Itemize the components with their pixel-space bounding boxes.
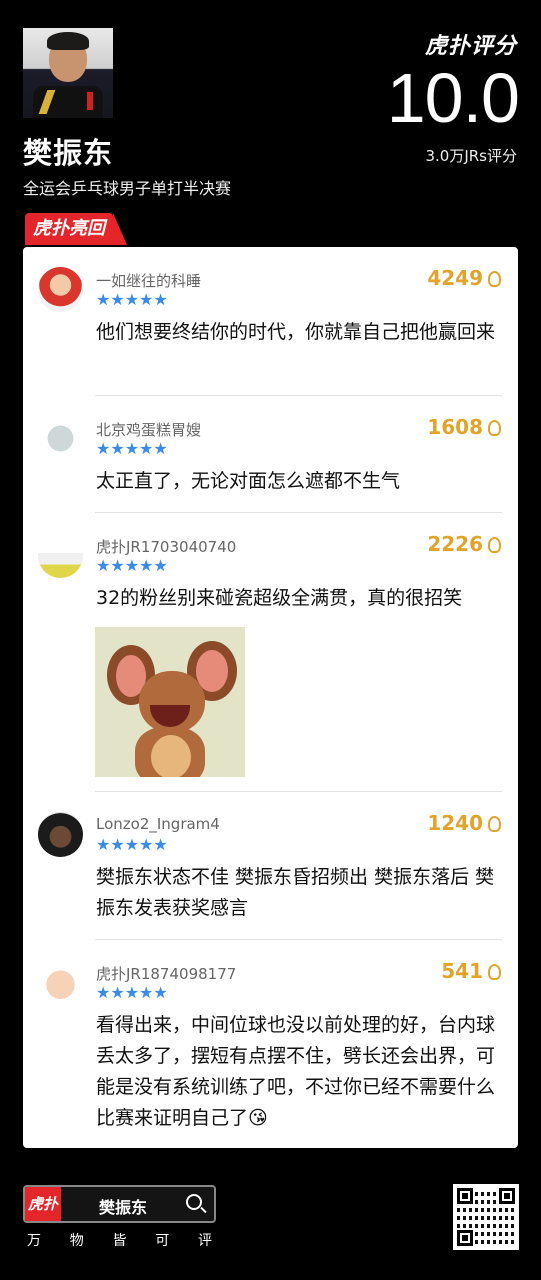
comment-item[interactable]: 北京鸡蛋糕胃嫂 ★★★★★ 1608 太正直了，无论对面怎么遮都不生气	[23, 396, 518, 513]
qr-code[interactable]	[453, 1184, 519, 1250]
slogan-char: 万	[27, 1233, 41, 1249]
rating-stars: ★★★★★	[96, 439, 168, 458]
comment-username[interactable]: 北京鸡蛋糕胃嫂	[96, 419, 201, 440]
comment-username[interactable]: 一如继往的科睡	[96, 270, 201, 291]
player-avatar	[23, 28, 113, 118]
comment-item[interactable]: Lonzo2_Ingram4 ★★★★★ 1240 樊振东状态不佳 樊振东昏招频…	[23, 792, 518, 940]
comment-username[interactable]: Lonzo2_Ingram4	[96, 815, 220, 833]
rating-stars: ★★★★★	[96, 290, 168, 309]
comment-text: 看得出来，中间位球也没以前处理的好，台内球丢太多了，摆短有点摆不住，劈长还会出界…	[96, 1014, 496, 1129]
user-avatar[interactable]	[38, 533, 83, 578]
like-count: 4249	[427, 266, 483, 290]
event-name: 全运会乒乓球男子单打半决赛	[23, 179, 232, 198]
player-name: 樊振东	[23, 136, 114, 170]
search-icon[interactable]	[186, 1194, 202, 1210]
rating-stars: ★★★★★	[96, 835, 168, 854]
score-header: 樊振东 全运会乒乓球男子单打半决赛 虎扑评分 10.0 3.0万JRs评分	[0, 0, 541, 230]
comment-username[interactable]: 虎扑JR1874098177	[96, 963, 236, 984]
app-search-box[interactable]: 虎扑 樊振东	[23, 1185, 216, 1223]
comment-text: 樊振东状态不佳 樊振东昏招频出 樊振东落后 樊振东发表获奖感言	[96, 866, 495, 919]
comment-item[interactable]: 虎扑JR1703040740 ★★★★★ 2226 32的粉丝别来碰瓷超级全满贯…	[23, 513, 518, 792]
brand-logo: 虎扑评分	[424, 34, 517, 59]
rating-count: 3.0万JRs评分	[425, 147, 517, 165]
app-icon: 虎扑	[25, 1187, 61, 1221]
rating-stars: ★★★★★	[96, 983, 168, 1002]
user-avatar[interactable]	[38, 812, 83, 857]
user-avatar[interactable]	[38, 416, 83, 461]
comment-item[interactable]: 一如继往的科睡 ★★★★★ 4249 他们想要终结你的时代，你就靠自己把他赢回来	[23, 247, 518, 396]
score-value: 10.0	[386, 59, 520, 137]
jerry-meme-image[interactable]	[95, 627, 245, 777]
like-bulb-icon[interactable]	[488, 964, 501, 980]
like-bulb-icon[interactable]	[488, 816, 501, 832]
like-bulb-icon[interactable]	[488, 537, 501, 553]
rating-stars: ★★★★★	[96, 556, 168, 575]
like-count: 2226	[427, 532, 483, 556]
hot-replies-badge: 虎扑亮回复	[25, 213, 127, 271]
comment-username[interactable]: 虎扑JR1703040740	[96, 536, 236, 557]
user-avatar[interactable]	[38, 267, 83, 312]
like-bulb-icon[interactable]	[488, 420, 501, 436]
like-count: 1240	[427, 811, 483, 835]
slogan: 万 物 皆 可 评	[23, 1230, 216, 1250]
comments-card: 一如继往的科睡 ★★★★★ 4249 他们想要终结你的时代，你就靠自己把他赢回来…	[23, 247, 518, 1148]
comment-text: 他们想要终结你的时代，你就靠自己把他赢回来	[96, 321, 496, 343]
comment-text: 32的粉丝别来碰瓷超级全满贯，真的很招笑	[96, 587, 463, 609]
like-count: 1608	[427, 415, 483, 439]
like-count: 541	[441, 959, 483, 983]
slogan-char: 物	[69, 1233, 84, 1249]
search-query[interactable]: 樊振东	[99, 1194, 147, 1218]
comment-text: 太正直了，无论对面怎么遮都不生气	[96, 470, 401, 492]
user-avatar[interactable]	[38, 960, 83, 1005]
comment-item[interactable]: 虎扑JR1874098177 ★★★★★ 541 看得出来，中间位球也没以前处理…	[23, 940, 518, 1148]
footer-bar: 虎扑 樊振东 万 物 皆 可 评	[0, 1170, 541, 1280]
slogan-char: 可	[155, 1233, 170, 1249]
like-bulb-icon[interactable]	[488, 271, 501, 287]
slogan-char: 皆	[112, 1233, 127, 1249]
slogan-char: 评	[198, 1233, 212, 1249]
